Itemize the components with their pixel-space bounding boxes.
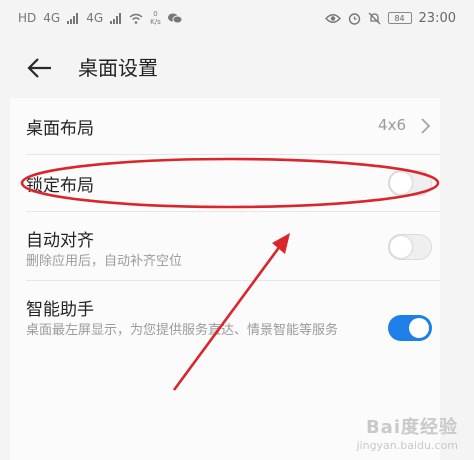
watermark-logo-text: Bai度经验 (365, 417, 458, 438)
signal-4g-icon-2: 4G (86, 11, 104, 25)
watermark-url: jingyan.baidu.com (356, 439, 458, 452)
lock-layout-toggle[interactable] (388, 170, 432, 196)
setting-auto-align-subtitle: 删除应用后，自动补齐空位 (26, 254, 183, 269)
hd-badge: HD (18, 11, 37, 25)
signal-4g-icon: 4G (43, 11, 61, 25)
setting-row-smart-assistant[interactable]: 智能助手 桌面最左屏显示，为您提供服务直达、情景智能等服务 (10, 281, 440, 371)
status-right: 84 23:00 (324, 10, 456, 26)
app-header: 桌面设置 (0, 38, 474, 98)
chevron-right-icon (421, 118, 431, 134)
signal-bars-icon-2 (110, 12, 122, 24)
setting-lock-layout-title: 锁定布局 (26, 176, 94, 196)
network-speed-unit: K/s (150, 18, 161, 26)
toggle-knob (409, 318, 429, 338)
status-time: 23:00 (418, 10, 456, 26)
status-left: HD 4G 4G 0 K/s (18, 10, 182, 26)
wifi-icon (129, 13, 143, 24)
watermark: Bai度经验 jingyan.baidu.com (356, 413, 458, 452)
wechat-icon (167, 13, 182, 23)
eye-icon (324, 13, 341, 23)
back-arrow-icon[interactable] (26, 54, 54, 82)
setting-layout-title: 桌面布局 (26, 119, 94, 139)
toggle-knob (390, 172, 412, 194)
toggle-knob (390, 236, 412, 258)
setting-row-auto-align[interactable]: 自动对齐 删除应用后，自动补齐空位 (10, 212, 440, 280)
page-title: 桌面设置 (78, 56, 158, 80)
settings-list: 桌面布局 4x6 锁定布局 自动对齐 删除应用后，自动补齐空位 智能助手 桌面最… (10, 98, 440, 460)
setting-auto-align-title: 自动对齐 (26, 231, 94, 251)
mute-icon (368, 12, 380, 24)
status-bar: HD 4G 4G 0 K/s 84 23:00 (0, 0, 474, 36)
network-speed-value: 0 (153, 10, 158, 18)
network-speed: 0 K/s (150, 10, 161, 26)
setting-smart-assistant-title: 智能助手 (26, 300, 94, 320)
setting-row-layout[interactable]: 桌面布局 4x6 (10, 98, 440, 154)
setting-row-lock-layout[interactable]: 锁定布局 (10, 155, 440, 211)
battery-icon: 84 (387, 12, 412, 24)
setting-layout-value: 4x6 (378, 116, 406, 134)
auto-align-toggle[interactable] (388, 234, 432, 260)
smart-assistant-toggle[interactable] (388, 315, 432, 341)
setting-smart-assistant-subtitle: 桌面最左屏显示，为您提供服务直达、情景智能等服务 (26, 323, 339, 338)
signal-bars-icon (67, 12, 79, 24)
alarm-icon (348, 12, 360, 25)
